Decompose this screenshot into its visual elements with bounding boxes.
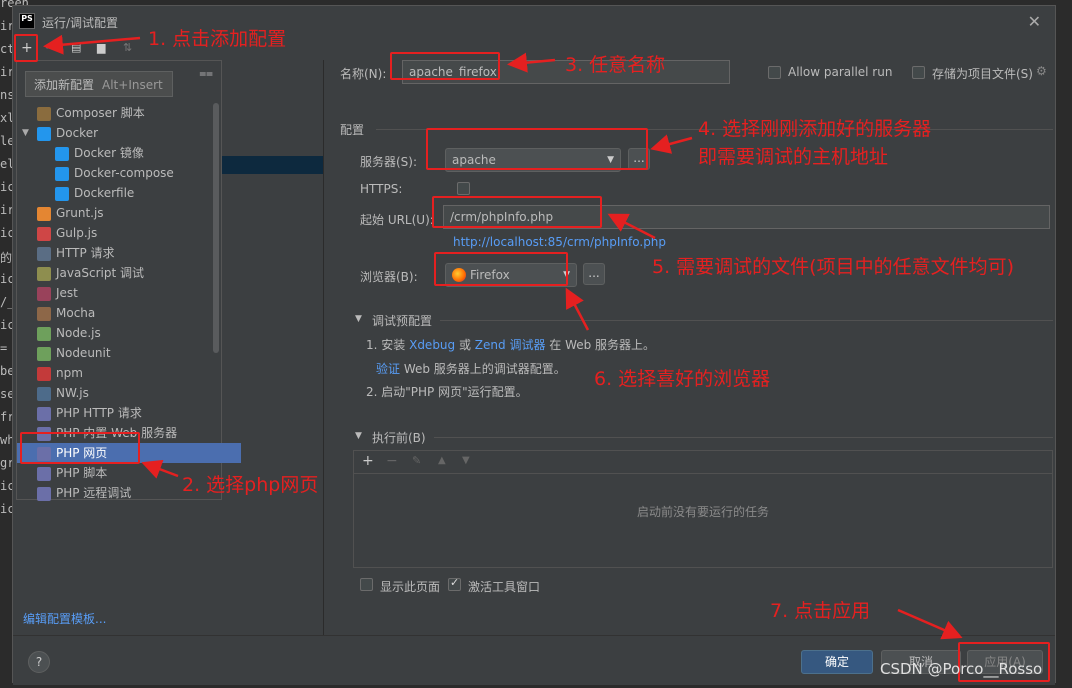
- arrow-step6: [565, 287, 590, 331]
- arrow-step5: [607, 213, 656, 240]
- csdn-watermark: CSDN @Porco__Rosso: [880, 660, 1043, 678]
- arrow-step1: [43, 34, 141, 55]
- arrow-step4: [650, 134, 693, 154]
- arrow-step3: [507, 52, 556, 73]
- annotation-arrows: [43, 34, 963, 640]
- arrow-step2: [141, 459, 179, 479]
- arrow-step7: [897, 608, 963, 640]
